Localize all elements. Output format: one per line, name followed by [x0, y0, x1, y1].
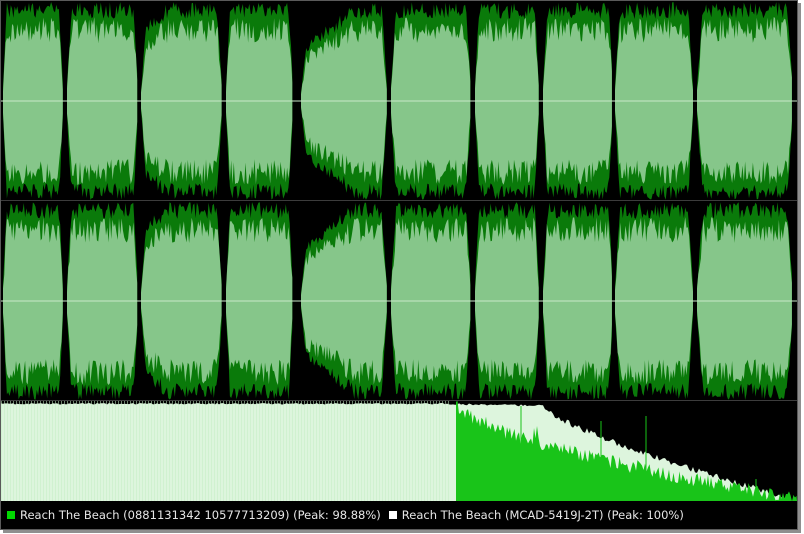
waveform-comparison-window: Reach The Beach (0881131342 10577713209)… [0, 0, 798, 530]
left-channel-waveform-plot [1, 2, 797, 200]
left-channel-waveform [1, 1, 797, 201]
right-channel-waveform-plot [1, 202, 797, 400]
frequency-spectrum-plot [1, 401, 797, 501]
legend-item-track-b: Reach The Beach (MCAD-5419J-2T) (Peak: 1… [387, 508, 684, 522]
legend-swatch-track-a [6, 510, 16, 520]
legend-bar: Reach The Beach (0881131342 10577713209)… [1, 501, 797, 529]
legend-swatch-track-b [387, 510, 398, 520]
frequency-spectrum [1, 401, 797, 501]
legend-item-track-a: Reach The Beach (0881131342 10577713209)… [6, 508, 381, 522]
right-channel-waveform [1, 201, 797, 401]
legend-label-track-b: Reach The Beach (MCAD-5419J-2T) (Peak: 1… [401, 508, 684, 522]
legend-label-track-a: Reach The Beach (0881131342 10577713209)… [20, 508, 381, 522]
